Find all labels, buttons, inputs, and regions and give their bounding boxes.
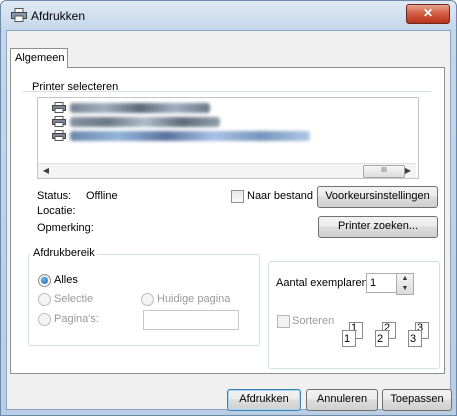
scroll-right-icon[interactable]: ▶ [402,165,414,177]
print-to-file-checkbox[interactable] [231,190,244,203]
close-button[interactable]: ✕ [406,4,450,24]
all-pages-radio[interactable] [38,274,51,287]
selection-label[interactable]: Selectie [54,293,93,305]
current-page-radio[interactable] [141,293,154,306]
preferences-button[interactable]: Voorkeursinstellingen [317,186,438,208]
redacted-printer-name [70,103,210,113]
printer-icon [52,116,66,127]
printer-icon [52,130,66,141]
print-range-legend: Afdrukbereik [31,247,97,259]
printer-group-frame [23,91,431,92]
print-to-file-label[interactable]: Naar bestand [247,190,313,202]
print-button[interactable]: Afdrukken [227,389,301,411]
printer-item[interactable] [52,116,222,128]
comment-label: Opmerking: [37,222,94,234]
collate-page-front: 1 [342,330,356,347]
scroll-left-icon[interactable]: ◀ [40,165,52,177]
redacted-printer-name [70,131,310,141]
title-bar[interactable]: Afdrukken ✕ [1,1,456,31]
spin-up-icon[interactable]: ▲ [397,274,413,284]
spin-down-icon[interactable]: ▼ [397,284,413,294]
collate-checkbox[interactable] [277,315,290,328]
window-title: Afdrukken [31,9,86,23]
apply-button[interactable]: Toepassen [382,389,452,411]
printer-list-scrollbar[interactable]: ◀ III ▶ [38,163,416,178]
copies-input[interactable]: 1 [366,273,399,293]
status-label: Status: [37,190,72,202]
pages-radio[interactable] [38,313,51,326]
printer-item[interactable] [52,130,322,142]
all-pages-label[interactable]: Alles [54,274,78,286]
redacted-printer-name [70,117,220,127]
collate-page-front: 3 [408,330,422,347]
copies-label: Aantal exemplaren: [276,277,371,289]
printer-icon [11,8,27,22]
pages-input[interactable] [143,310,239,330]
close-icon: ✕ [422,6,434,20]
scroll-thumb[interactable]: III [363,165,405,178]
tab-general[interactable]: Algemeen [10,48,68,68]
copies-spinner[interactable]: ▲ ▼ [396,273,414,295]
status-value: Offline [86,190,118,202]
collate-label[interactable]: Sorteren [292,315,334,327]
cancel-button[interactable]: Annuleren [306,389,378,411]
printer-icon [52,102,66,113]
printer-item[interactable] [52,102,222,114]
pages-label[interactable]: Pagina's: [54,313,99,325]
collate-page-front: 2 [375,330,389,347]
selection-radio[interactable] [38,293,51,306]
current-page-label[interactable]: Huidige pagina [157,293,230,305]
find-printer-button[interactable]: Printer zoeken... [318,216,438,238]
location-label: Locatie: [37,205,76,217]
